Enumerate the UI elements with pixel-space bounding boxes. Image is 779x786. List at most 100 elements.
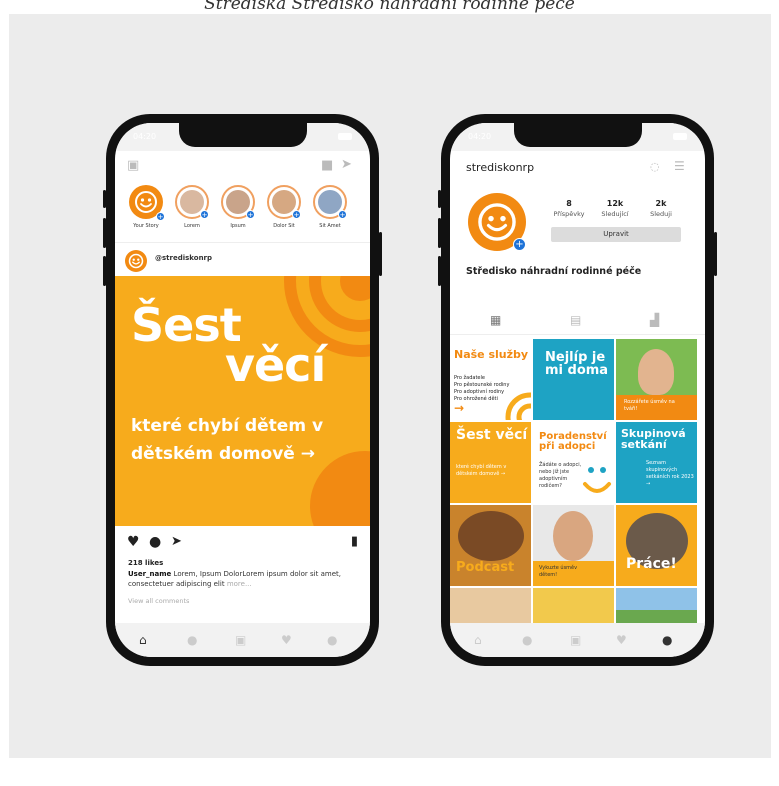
status-time: 04:20 (468, 132, 492, 141)
activity-icon[interactable]: ♥ (616, 633, 627, 647)
stat-label: Příspěvky (553, 210, 585, 218)
profile-icon[interactable]: ● (327, 633, 337, 647)
notch (513, 123, 642, 147)
add-icon[interactable]: ▣ (235, 633, 246, 647)
post-body-text: které chybí dětem v dětském domově → (131, 416, 324, 464)
tile-title: Podcast (456, 560, 515, 575)
profile-tabs: ▦ ▤ ▟ (450, 305, 705, 335)
post-actions: ♥ ● ➤ ▮ (127, 533, 358, 553)
post-image[interactable]: Šest věcí které chybí dětem v dětském do… (115, 276, 370, 526)
grid-post[interactable]: Vykuzte úsměv dětem! (533, 505, 614, 586)
bottom-nav: ⌂ ● ▣ ♥ ● (115, 623, 370, 657)
grid-post[interactable]: Šest věcí které chybí dětem v dětském do… (450, 422, 531, 503)
tile-title: Poradenství při adopci (539, 431, 607, 453)
more-link[interactable]: more... (227, 580, 252, 588)
menu-icon[interactable]: ☰ (674, 160, 685, 172)
status-time: 04:20 (133, 132, 157, 141)
mockup-stage: 04:20 ▣ ■ ➤ + Your Story + Lorem + Ipsum… (9, 14, 771, 758)
like-count: 218 likes (128, 559, 164, 567)
feed-header: ▣ ■ ➤ (115, 151, 370, 179)
search-icon[interactable]: ● (522, 633, 532, 647)
phone-feed: 04:20 ▣ ■ ➤ + Your Story + Lorem + Ipsum… (103, 114, 382, 666)
volume-button (103, 190, 106, 208)
grid-icon[interactable]: ▦ (490, 313, 501, 327)
photo (458, 511, 524, 561)
view-comments-link[interactable]: View all comments (128, 597, 189, 605)
search-icon[interactable]: ● (187, 633, 197, 647)
add-icon[interactable]: ▣ (570, 633, 581, 647)
heart-icon[interactable]: ♥ (127, 535, 140, 549)
grid-post[interactable]: Naše služby Pro žadatele Pro pěstounské … (450, 339, 531, 420)
tile-title: Práce! (626, 556, 677, 572)
home-icon[interactable]: ⌂ (474, 633, 482, 647)
power-button (379, 232, 382, 276)
grid-post[interactable]: Skupinová setkání Seznam skupinových set… (616, 422, 697, 503)
add-story-icon: + (513, 238, 526, 251)
refresh-icon[interactable]: ◌ (650, 161, 660, 172)
smiley-logo-icon[interactable] (125, 250, 147, 272)
home-icon[interactable]: ⌂ (139, 633, 147, 647)
tile-text: Seznam skupinových setkáních rok 2023 → (646, 460, 694, 487)
smiley-logo-icon (583, 467, 611, 493)
profile-title: Středisko náhradní rodinné péče (466, 266, 642, 277)
share-icon[interactable]: ➤ (171, 535, 182, 548)
volume-button (103, 256, 106, 286)
notch (178, 123, 307, 147)
story-label: Sit Amet (319, 223, 341, 229)
tile-title: Nejlíp je mi doma (545, 350, 609, 379)
story-item[interactable]: + Sit Amet (309, 185, 351, 229)
edit-profile-button[interactable]: Upravit (551, 227, 681, 242)
child-photo (638, 349, 674, 395)
battery-icon (673, 133, 687, 140)
tile-text: Žádáte o adopci, nebo již jste adoptivní… (539, 462, 582, 489)
add-icon: + (292, 210, 301, 219)
stat-posts[interactable]: 8 Příspěvky (546, 199, 592, 218)
activity-icon[interactable]: ♥ (281, 633, 292, 647)
comment-icon[interactable]: ● (149, 535, 161, 549)
phone-profile: 04:20 strediskonrp ◌ ☰ + 8 Příspěvky 12k… (438, 114, 717, 666)
tile-title: Naše služby (454, 348, 529, 361)
tile-text: Vykuzte úsměv dětem! (539, 565, 578, 578)
caption-username[interactable]: User_name (128, 570, 171, 578)
grid-post[interactable] (450, 588, 531, 628)
add-story-icon: + (156, 212, 165, 221)
tagged-icon[interactable]: ▟ (650, 313, 659, 327)
story-label: Ipsum (230, 223, 246, 229)
avatar: + (129, 185, 165, 221)
avatar: + (175, 185, 209, 219)
igtv-icon[interactable]: ■ (321, 159, 333, 172)
story-label: Your Story (133, 223, 159, 229)
story-item[interactable]: + Ipsum (217, 185, 259, 229)
battery-icon (338, 133, 352, 140)
stat-value: 8 (566, 199, 572, 208)
grid-post[interactable] (616, 588, 697, 628)
story-item[interactable]: + Dolor Sit (263, 185, 305, 229)
volume-button (438, 256, 441, 286)
story-item[interactable]: + Lorem (171, 185, 213, 229)
stat-following[interactable]: 2k Sleduji (638, 199, 684, 218)
stat-followers[interactable]: 12k Sledující (592, 199, 638, 218)
profile-avatar[interactable]: + (468, 193, 526, 251)
grid-post[interactable] (533, 588, 614, 628)
bookmark-icon[interactable]: ▮ (351, 535, 358, 548)
tile-title: Skupinová setkání (621, 427, 686, 452)
grid-post[interactable]: Podcast (450, 505, 531, 586)
arcs-graphic (505, 392, 531, 420)
stat-label: Sledující (601, 210, 629, 218)
send-icon[interactable]: ➤ (341, 158, 352, 171)
post-username[interactable]: @strediskonrp (155, 254, 212, 262)
stat-label: Sleduji (650, 210, 672, 218)
grid-post[interactable]: Práce! (616, 505, 697, 586)
camera-icon[interactable]: ▣ (127, 159, 139, 172)
grid-post[interactable]: Nejlíp je mi doma (533, 339, 614, 420)
avatar: + (267, 185, 301, 219)
tile-text: Rozzářete úsměv na tváři! (624, 399, 675, 412)
reels-icon[interactable]: ▤ (570, 313, 581, 327)
avatar: + (313, 185, 347, 219)
feed-screen: 04:20 ▣ ■ ➤ + Your Story + Lorem + Ipsum… (115, 123, 370, 657)
grid-post[interactable]: Rozzářete úsměv na tváři! (616, 339, 697, 420)
grid-post[interactable]: Poradenství při adopci Žádáte o adopci, … (533, 422, 614, 503)
profile-icon[interactable]: ● (662, 633, 672, 647)
add-icon: + (338, 210, 347, 219)
story-own[interactable]: + Your Story (125, 185, 167, 229)
